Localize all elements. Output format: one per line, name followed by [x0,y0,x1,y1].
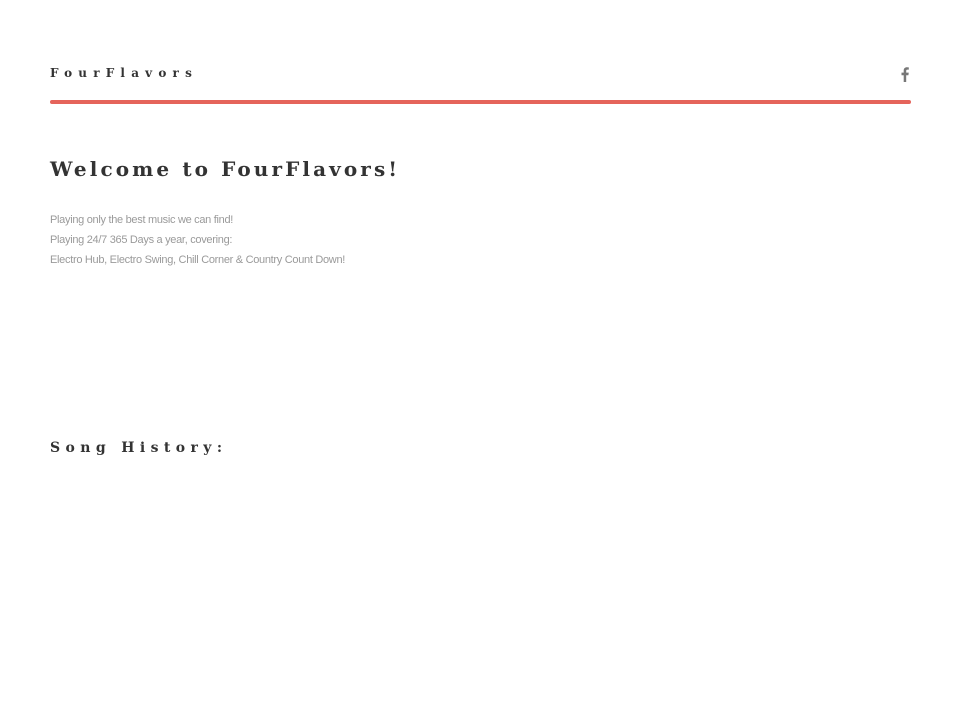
intro-text: Playing only the best music we can find!… [50,210,345,270]
intro-line: Playing 24/7 365 Days a year, covering: [50,234,233,246]
site-header: FourFlavors [50,60,911,106]
facebook-glyph [901,66,909,82]
song-history-heading: Song History: [50,440,228,456]
facebook-icon[interactable] [899,65,911,83]
header-divider [50,100,911,104]
intro-line: Playing only the best music we can find! [50,214,234,226]
site-title-link[interactable]: FourFlavors [50,66,198,80]
intro-line: Electro Hub, Electro Swing, Chill Corner… [50,254,346,266]
welcome-heading: Welcome to FourFlavors! [50,157,401,181]
